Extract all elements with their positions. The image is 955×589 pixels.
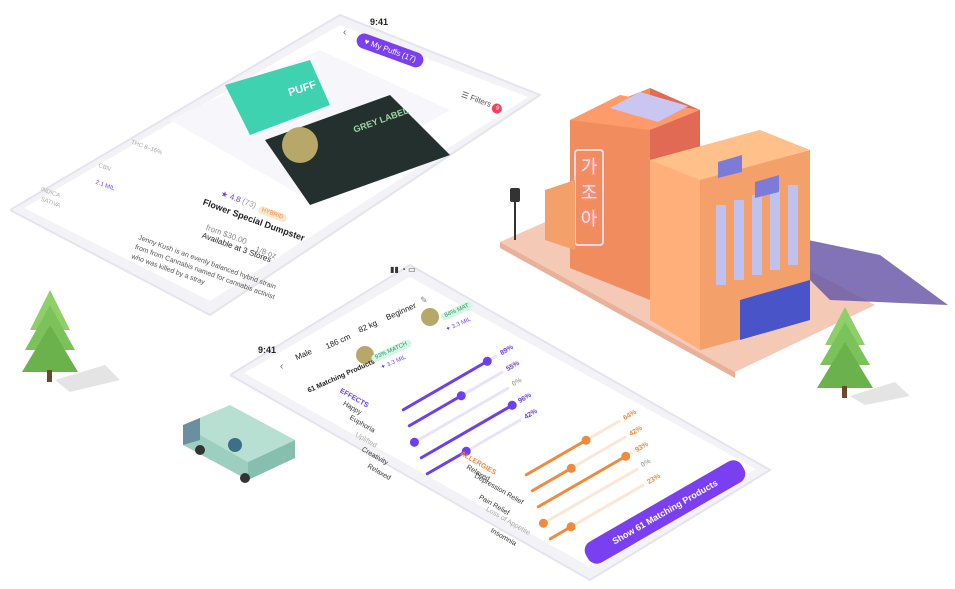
status-time-2: 9:41 (258, 345, 277, 355)
status-time: 9:41 (370, 17, 389, 27)
bud-image (282, 127, 318, 163)
neon-sign-text: 가조아 (580, 157, 598, 230)
edit-icon[interactable]: ✎ (420, 295, 428, 306)
bud-thumb-2 (421, 308, 439, 326)
back-icon[interactable]: ‹ (343, 27, 346, 38)
isometric-scene: 가조아 9:41 ‹ ♥ My Puffs (17) ☰ Filters 9 P… (0, 0, 955, 589)
status-icons: ▮▮ ◔ ▭ (390, 265, 416, 274)
phone-filters: 9:41 ▮▮ ◔ ▭ ‹ Male 186 cm 82 kg Beginner… (230, 255, 775, 585)
back-icon-2[interactable]: ‹ (280, 361, 283, 372)
